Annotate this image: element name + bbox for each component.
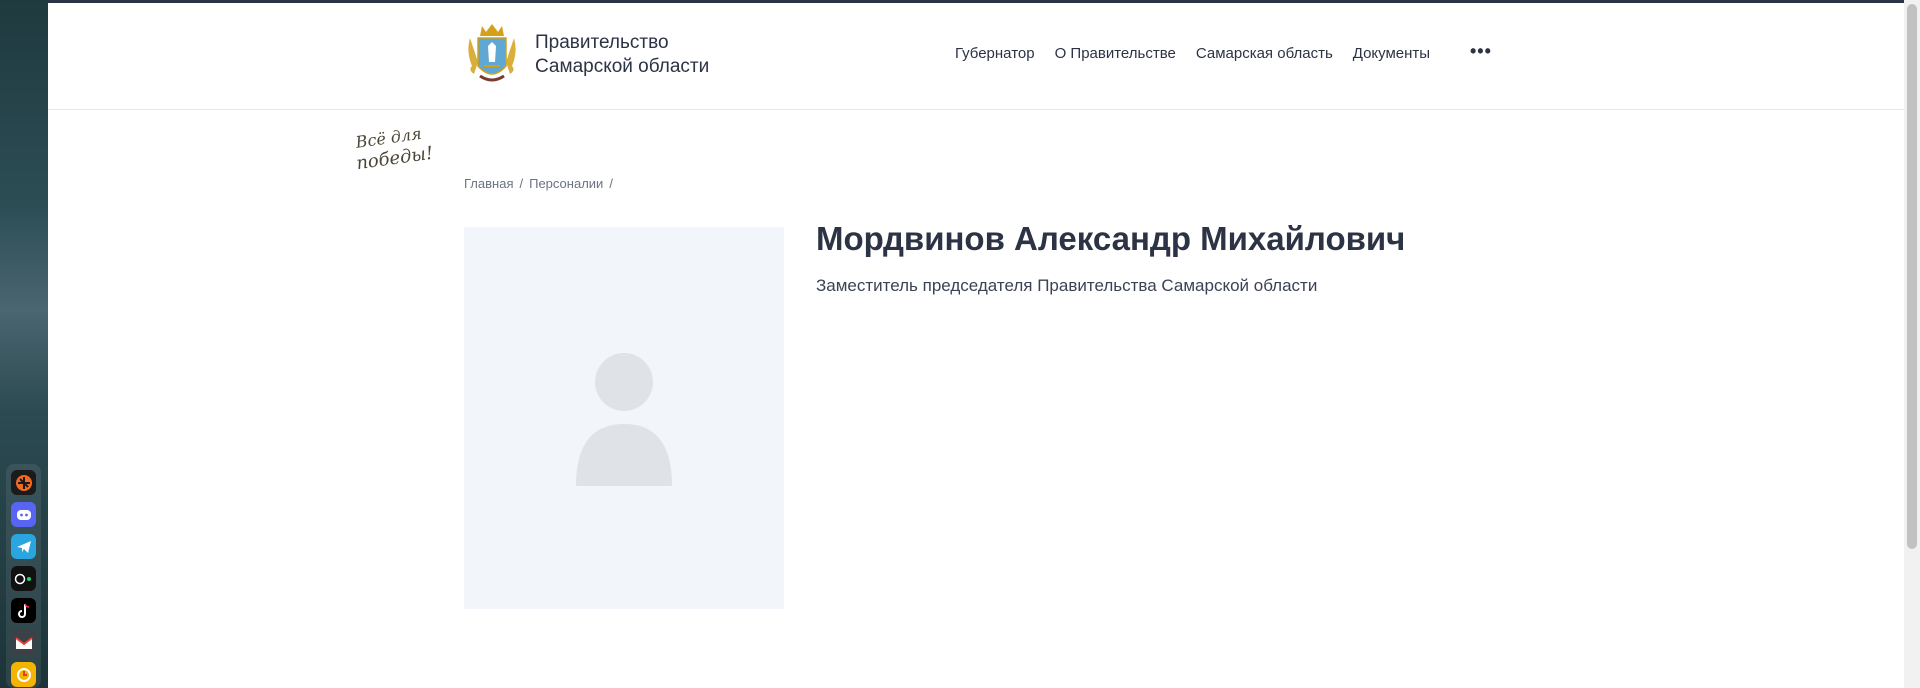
discord-icon[interactable]	[11, 502, 36, 527]
telegram-icon[interactable]	[11, 534, 36, 559]
breadcrumb: Главная / Персоналии /	[464, 176, 619, 191]
victory-badge-logo[interactable]: Всё для победы!	[354, 122, 448, 172]
avatar-placeholder-icon	[576, 353, 672, 486]
person-photo-placeholder	[464, 227, 784, 609]
brand-title-line1: Правительство	[535, 32, 669, 53]
scrollbar-thumb[interactable]	[1907, 4, 1917, 549]
person-position: Заместитель председателя Правительства С…	[816, 276, 1318, 295]
breadcrumb-separator: /	[519, 176, 524, 191]
site-header: Правительство Самарской области Губернат…	[48, 3, 1904, 110]
timer-icon[interactable]	[11, 662, 36, 687]
nav-item-governor[interactable]: Губернатор	[955, 45, 1035, 62]
brand-title-line2: Самарской области	[535, 56, 710, 77]
main-nav: Губернатор О Правительстве Самарская обл…	[955, 45, 1450, 62]
more-menu-icon[interactable]: •••	[1470, 41, 1492, 62]
breadcrumb-home-link[interactable]: Главная	[464, 176, 513, 191]
page-scrollbar[interactable]	[1904, 0, 1920, 688]
nav-item-documents[interactable]: Документы	[1353, 45, 1430, 62]
samara-coat-of-arms-logo[interactable]	[464, 22, 520, 88]
media-icon[interactable]	[11, 566, 36, 591]
breadcrumb-separator: /	[609, 176, 613, 191]
nav-item-samara-region[interactable]: Самарская область	[1196, 45, 1333, 62]
app-launcher-icon[interactable]	[11, 470, 36, 495]
os-dock	[0, 0, 48, 688]
brand-title[interactable]: Правительство Самарской области	[535, 31, 755, 79]
breadcrumb-persons-link[interactable]: Персоналии	[529, 176, 603, 191]
dock-app-group	[6, 464, 41, 688]
nav-item-about-government[interactable]: О Правительстве	[1055, 45, 1176, 62]
tiktok-icon[interactable]	[11, 598, 36, 623]
mail-icon[interactable]	[11, 630, 36, 655]
person-name: Мордвинов Александр Михайлович	[816, 220, 1406, 257]
